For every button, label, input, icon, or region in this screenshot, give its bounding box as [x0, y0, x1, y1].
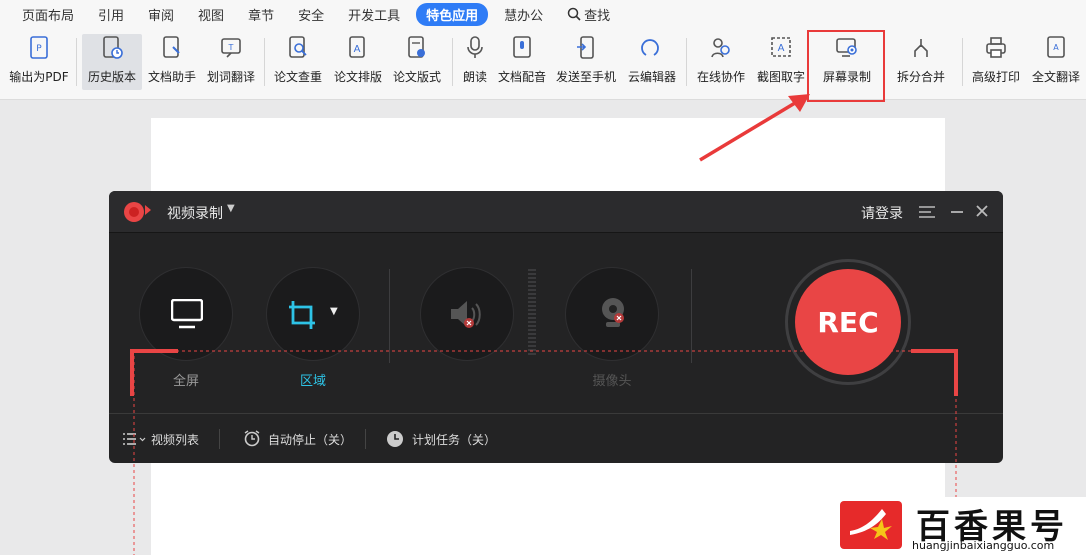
full-translate-button[interactable]: A 全文翻译	[1028, 34, 1084, 90]
screenshot-ocr-button[interactable]: A 截图取字	[753, 34, 809, 90]
recorder-title[interactable]: 视频录制	[167, 203, 223, 223]
read-aloud-icon	[461, 34, 489, 62]
svg-text:T: T	[228, 43, 234, 52]
brand-watermark: 百香果号 huangjinbaixiangguo.com	[826, 497, 1086, 555]
tab-smart-office[interactable]: 慧办公	[492, 3, 555, 26]
close-icon[interactable]	[976, 205, 988, 217]
annotation-arrow	[699, 94, 810, 162]
advanced-print-button[interactable]: 高级打印	[968, 34, 1024, 90]
speaker-muted-icon	[451, 301, 481, 328]
doc-assistant-button[interactable]: 文档助手	[144, 34, 200, 90]
tab-security[interactable]: 安全	[286, 3, 336, 26]
translate-icon: T	[217, 34, 245, 62]
tab-page-layout[interactable]: 页面布局	[10, 3, 86, 26]
search-icon	[567, 7, 581, 21]
pdf-export-icon: P	[25, 34, 53, 62]
print-icon	[982, 34, 1010, 62]
paper-format-button[interactable]: 论文版式	[389, 34, 445, 90]
search-label: 查找	[584, 8, 611, 24]
collab-icon	[707, 34, 735, 62]
ocr-icon: A	[767, 34, 795, 62]
tab-chapter[interactable]: 章节	[236, 3, 286, 26]
menu-icon[interactable]	[919, 206, 935, 218]
doc-assistant-icon	[158, 34, 186, 62]
cloud-editor-icon	[638, 34, 666, 62]
recorder-logo-icon	[124, 202, 151, 222]
video-recorder-window: 视频录制 ▼ 请登录 全屏 ▼ 区域 摄像头 REC 视频列表 自动停止（关）	[109, 191, 1003, 463]
video-list-link[interactable]: 视频列表	[151, 431, 199, 448]
ribbon-toolbar: P 输出为PDF 历史版本 文档助手 T 划词翻译 论文查重 A 论文排版 论文…	[0, 28, 1086, 100]
voiceover-icon	[508, 34, 536, 62]
svg-text:P: P	[36, 44, 42, 54]
search-button[interactable]: 查找	[555, 3, 622, 26]
camera-toggle-button[interactable]	[565, 267, 659, 361]
paper-layout-icon: A	[344, 34, 372, 62]
menu-bar: 页面布局 引用 审阅 视图 章节 安全 开发工具 特色应用 慧办公 查找	[0, 0, 1086, 28]
region-dropdown-icon[interactable]: ▼	[330, 306, 338, 317]
crop-icon	[289, 301, 315, 329]
brand-url: huangjinbaixiangguo.com	[912, 539, 1055, 552]
tab-references[interactable]: 引用	[86, 3, 136, 26]
word-translate-button[interactable]: T 划词翻译	[203, 34, 259, 90]
paper-layout-button[interactable]: A 论文排版	[330, 34, 386, 90]
history-icon	[98, 34, 126, 62]
tab-developer[interactable]: 开发工具	[336, 3, 412, 26]
region-mode-button[interactable]: ▼	[266, 267, 360, 361]
list-icon[interactable]	[123, 433, 147, 445]
svg-text:A: A	[778, 43, 785, 54]
brand-logo-icon	[840, 501, 902, 549]
history-version-button[interactable]: 历史版本	[82, 34, 142, 90]
send-to-phone-button[interactable]: 发送至手机	[553, 34, 619, 90]
recorder-bottom-bar: 视频列表 自动停止（关） 计划任务（关）	[109, 413, 1003, 463]
monitor-icon	[171, 299, 203, 329]
plagiarism-check-button[interactable]: 论文查重	[270, 34, 326, 90]
voiceover-button[interactable]: 文档配音	[494, 34, 550, 90]
rec-label: REC	[817, 305, 879, 339]
camera-label: 摄像头	[592, 374, 632, 389]
login-link[interactable]: 请登录	[861, 203, 903, 223]
plagiarism-check-icon	[284, 34, 312, 62]
minimize-icon[interactable]	[951, 211, 963, 213]
clock-icon	[387, 431, 403, 447]
fullscreen-mode-button[interactable]	[139, 267, 233, 361]
record-button[interactable]: REC	[795, 269, 901, 375]
alarm-clock-icon	[244, 430, 260, 447]
webcam-icon	[602, 298, 624, 327]
tab-review[interactable]: 审阅	[136, 3, 186, 26]
send-phone-icon	[572, 34, 600, 62]
cloud-editor-button[interactable]: 云编辑器	[624, 34, 680, 90]
split-merge-button[interactable]: 拆分合并	[890, 34, 952, 90]
audio-toggle-button[interactable]	[420, 267, 514, 361]
online-collab-button[interactable]: 在线协作	[693, 34, 749, 90]
auto-stop-toggle[interactable]: 自动停止（关）	[268, 431, 352, 448]
region-label: 区域	[299, 374, 326, 389]
recorder-titlebar: 视频录制 ▼ 请登录	[109, 191, 1003, 233]
tab-view[interactable]: 视图	[186, 3, 236, 26]
schedule-task-toggle[interactable]: 计划任务（关）	[412, 431, 496, 448]
fullscreen-label: 全屏	[172, 374, 199, 389]
chevron-down-icon[interactable]: ▼	[227, 203, 235, 214]
read-aloud-button[interactable]: 朗读	[458, 34, 492, 90]
svg-text:A: A	[1053, 43, 1059, 52]
paper-format-icon	[403, 34, 431, 62]
svg-text:A: A	[354, 44, 361, 55]
full-translate-icon: A	[1042, 34, 1070, 62]
tab-special-apps[interactable]: 特色应用	[416, 2, 489, 26]
split-merge-icon	[907, 34, 935, 62]
export-pdf-button[interactable]: P 输出为PDF	[6, 34, 72, 90]
